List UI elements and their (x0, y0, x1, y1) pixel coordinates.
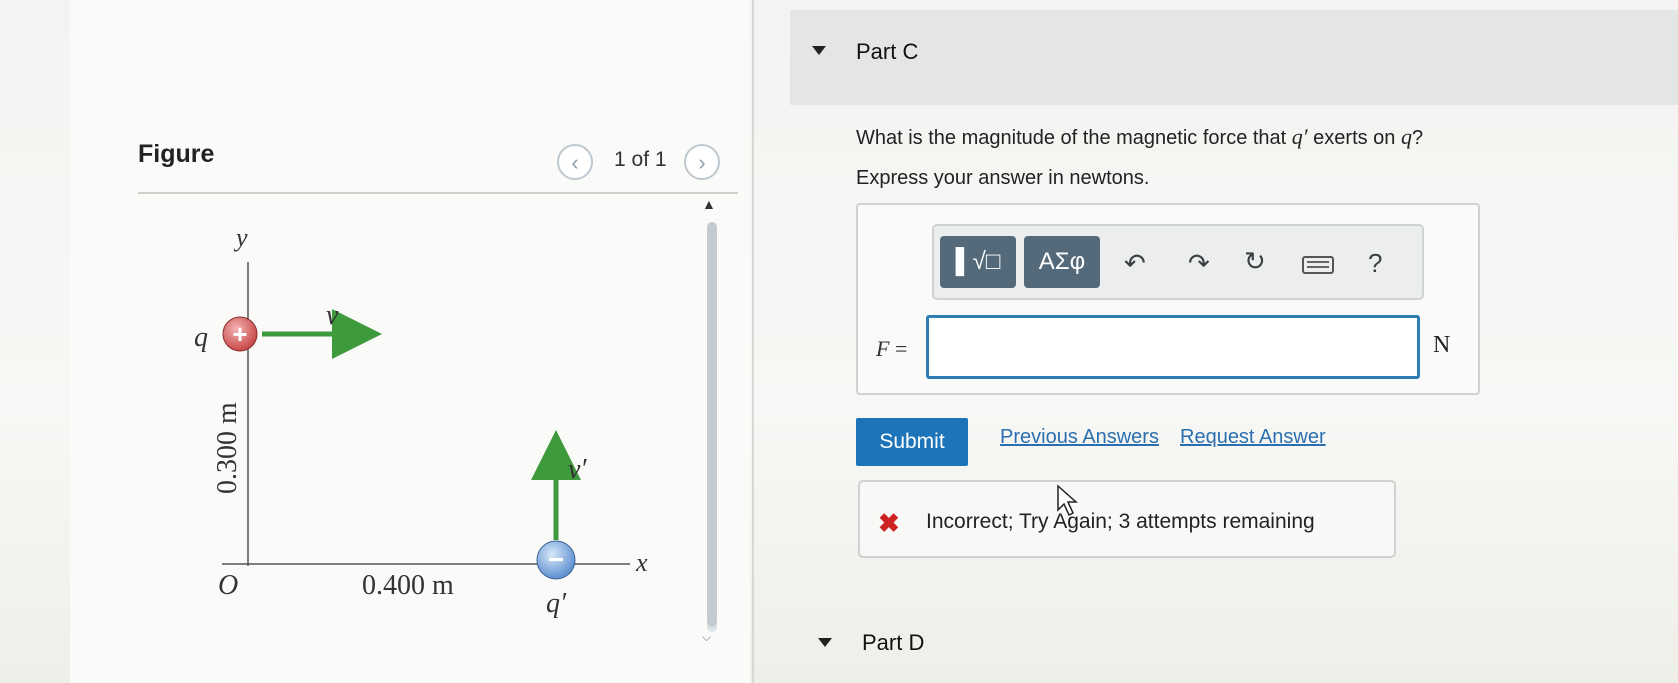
keyboard-icon[interactable] (1302, 256, 1334, 274)
symbols-button[interactable]: ΑΣφ (1024, 236, 1100, 288)
help-button[interactable]: ? (1368, 248, 1382, 279)
part-c-label: Part C (856, 39, 919, 64)
charge-diagram: y x O v + q 0.300 m 0.400 m v′ − q′ (194, 223, 648, 619)
charge-q-label: q (194, 322, 208, 353)
previous-answers-link[interactable]: Previous Answers (1000, 426, 1159, 449)
equals-sign: = (889, 336, 908, 361)
charge-q-prime-sign: − (548, 544, 564, 575)
expand-part-d-caret-icon[interactable] (818, 638, 832, 647)
x-axis-label: x (635, 548, 648, 577)
x-icon: ✖ (878, 508, 900, 538)
fraction-radical-icon: ▌√□ (955, 248, 1001, 275)
distance-x-label: 0.400 m (362, 570, 454, 601)
collapse-caret-icon[interactable] (812, 46, 826, 55)
feedback-text: Incorrect; Try Again; 3 attempts remaini… (926, 510, 1315, 533)
question-text: What is the magnitude of the magnetic fo… (856, 124, 1423, 150)
answer-unit: N (1433, 332, 1451, 358)
request-answer-link[interactable]: Request Answer (1180, 426, 1326, 449)
reset-icon[interactable]: ↻ (1244, 246, 1266, 277)
templates-button[interactable]: ▌√□ (940, 236, 1016, 288)
undo-icon[interactable]: ↶ (1124, 248, 1146, 279)
part-d-label[interactable]: Part D (862, 630, 924, 656)
redo-icon[interactable]: ↷ (1188, 248, 1210, 279)
panel-divider (752, 0, 754, 683)
part-c-header[interactable] (790, 10, 1678, 105)
var-f: F (876, 336, 890, 361)
y-axis-label: y (233, 223, 248, 252)
velocity-v-label: v (326, 300, 339, 331)
answer-variable-label: F = (876, 336, 907, 362)
charge-q-sign: + (232, 319, 247, 349)
charge-q-prime-label: q′ (546, 588, 567, 619)
symbols-label: ΑΣφ (1038, 248, 1086, 275)
question-var-q: q (1401, 124, 1412, 149)
question-pre: What is the magnitude of the magnetic fo… (856, 127, 1292, 149)
answer-instruction: Express your answer in newtons. (856, 167, 1150, 189)
origin-label: O (218, 570, 238, 601)
velocity-v-prime-label: v′ (568, 454, 587, 485)
mouse-cursor-icon (1057, 484, 1078, 517)
question-var-q-prime: q′ (1291, 124, 1308, 149)
answer-input[interactable] (926, 315, 1420, 379)
keyboard-keys-row (1307, 261, 1329, 263)
question-post: ? (1412, 127, 1424, 149)
distance-y-label: 0.300 m (212, 402, 243, 494)
question-mid: exerts on (1307, 127, 1401, 149)
keyboard-keys-row (1307, 266, 1329, 268)
submit-button[interactable]: Submit (856, 418, 968, 466)
